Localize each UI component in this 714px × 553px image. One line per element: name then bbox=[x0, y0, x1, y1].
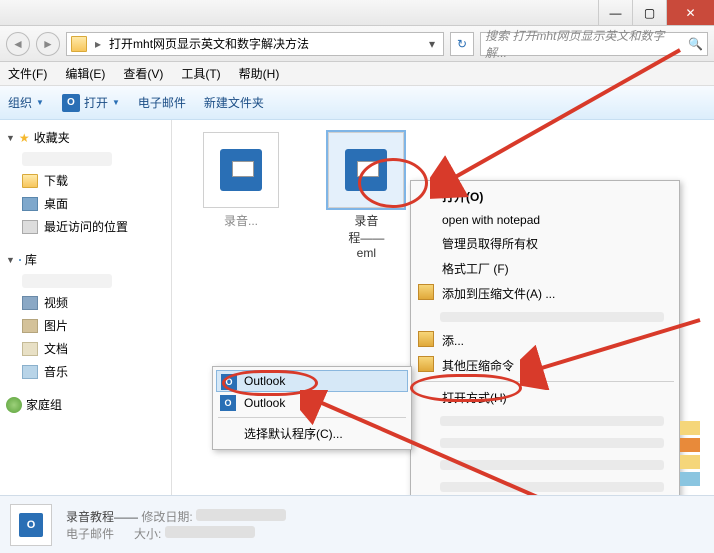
outlook-file-icon: O bbox=[345, 149, 387, 191]
nav-bar: ◄ ► ▸ 打开mht网页显示英文和数字解决方法 ▾ ↻ 搜索 打开mht网页显… bbox=[0, 26, 714, 62]
menu-bar: 文件(F) 编辑(E) 查看(V) 工具(T) 帮助(H) bbox=[0, 62, 714, 86]
video-icon bbox=[22, 296, 38, 310]
minimize-button[interactable]: — bbox=[598, 0, 632, 25]
sidebar-item-recent[interactable]: 最近访问的位置 bbox=[0, 215, 171, 238]
separator bbox=[218, 417, 406, 418]
organize-button[interactable]: 组织▼ bbox=[8, 94, 44, 111]
sidebar-item-music[interactable]: 音乐 bbox=[0, 360, 171, 383]
ctx-otherzip[interactable]: 其他压缩命令 bbox=[414, 353, 676, 378]
submenu-default[interactable]: 选择默认程序(C)... bbox=[216, 421, 408, 446]
folder-icon bbox=[71, 36, 87, 52]
sidebar-item-blur2[interactable] bbox=[0, 271, 171, 291]
outlook-icon: O bbox=[221, 374, 237, 390]
sidebar-homegroup[interactable]: 家庭组 bbox=[0, 393, 171, 416]
refresh-button[interactable]: ↻ bbox=[450, 32, 474, 56]
status-bar: O 录音教程—— 修改日期: 电子邮件 大小: bbox=[0, 495, 714, 553]
outlook-icon: O bbox=[220, 395, 236, 411]
star-icon: ★ bbox=[19, 131, 30, 145]
zip-icon bbox=[418, 356, 434, 372]
ctx-add[interactable]: 添... bbox=[414, 328, 676, 353]
ctx-blur4[interactable] bbox=[414, 454, 676, 476]
new-folder-button[interactable]: 新建文件夹 bbox=[204, 94, 264, 111]
submenu-outlook2[interactable]: OOutlook bbox=[216, 392, 408, 414]
sidebar-favorites[interactable]: ▼★收藏夹 bbox=[0, 126, 171, 149]
desktop-icon bbox=[22, 197, 38, 211]
submenu-outlook1[interactable]: OOutlook bbox=[216, 370, 408, 392]
address-path: 打开mht网页显示英文和数字解决方法 bbox=[109, 35, 419, 52]
folder-icon bbox=[22, 174, 38, 188]
image-icon bbox=[22, 319, 38, 333]
ctx-blur2[interactable] bbox=[414, 410, 676, 432]
document-icon bbox=[22, 342, 38, 356]
open-button[interactable]: O 打开▼ bbox=[62, 94, 120, 112]
search-input[interactable]: 搜索 打开mht网页显示英文和数字解... 🔍 bbox=[480, 32, 708, 56]
sidebar-item-video[interactable]: 视频 bbox=[0, 291, 171, 314]
close-button[interactable]: ✕ bbox=[666, 0, 714, 25]
window-titlebar: — ▢ ✕ bbox=[0, 0, 714, 26]
library-icon bbox=[19, 259, 21, 261]
menu-edit[interactable]: 编辑(E) bbox=[65, 65, 105, 82]
music-icon bbox=[22, 365, 38, 379]
ctx-blur3[interactable] bbox=[414, 432, 676, 454]
outlook-file-icon: O bbox=[220, 149, 262, 191]
status-date bbox=[196, 509, 286, 521]
separator bbox=[416, 381, 674, 382]
status-type: 电子邮件 bbox=[66, 527, 114, 541]
search-placeholder: 搜索 打开mht网页显示英文和数字解... bbox=[485, 27, 684, 61]
chevron-icon: ▸ bbox=[93, 37, 103, 51]
recent-icon bbox=[22, 220, 38, 234]
search-icon: 🔍 bbox=[688, 37, 703, 51]
homegroup-icon bbox=[6, 397, 22, 413]
maximize-button[interactable]: ▢ bbox=[632, 0, 666, 25]
email-button[interactable]: 电子邮件 bbox=[138, 94, 186, 111]
ctx-openwith[interactable]: 打开方式(H) bbox=[414, 385, 676, 410]
menu-help[interactable]: 帮助(H) bbox=[239, 65, 280, 82]
sidebar-item-documents[interactable]: 文档 bbox=[0, 337, 171, 360]
back-button[interactable]: ◄ bbox=[6, 32, 30, 56]
status-size bbox=[165, 526, 255, 538]
file-item-2[interactable]: O 录音程——eml bbox=[311, 132, 421, 260]
openwith-submenu: OOutlook OOutlook 选择默认程序(C)... bbox=[212, 366, 412, 450]
ctx-blur1[interactable] bbox=[414, 306, 676, 328]
ctx-open[interactable]: 打开(O) bbox=[414, 184, 676, 209]
zip-icon bbox=[418, 284, 434, 300]
outlook-icon: O bbox=[62, 94, 80, 112]
sidebar-item-blur[interactable] bbox=[0, 149, 171, 169]
context-menu: 打开(O) open with notepad 管理员取得所有权 格式工厂 (F… bbox=[410, 180, 680, 524]
address-bar[interactable]: ▸ 打开mht网页显示英文和数字解决方法 ▾ bbox=[66, 32, 444, 56]
forward-button[interactable]: ► bbox=[36, 32, 60, 56]
toolbar: 组织▼ O 打开▼ 电子邮件 新建文件夹 bbox=[0, 86, 714, 120]
ctx-addzip[interactable]: 添加到压缩文件(A) ... bbox=[414, 281, 676, 306]
sidebar-item-desktop[interactable]: 桌面 bbox=[0, 192, 171, 215]
status-title: 录音教程—— bbox=[66, 510, 138, 524]
menu-tools[interactable]: 工具(T) bbox=[181, 65, 220, 82]
zip-icon bbox=[418, 331, 434, 347]
sidebar-item-downloads[interactable]: 下载 bbox=[0, 169, 171, 192]
dropdown-icon[interactable]: ▾ bbox=[425, 37, 439, 51]
sidebar: ▼★收藏夹 下载 桌面 最近访问的位置 ▼库 视频 图片 文档 音乐 家庭组 bbox=[0, 120, 172, 524]
status-thumbnail: O bbox=[10, 504, 52, 546]
sidebar-library[interactable]: ▼库 bbox=[0, 248, 171, 271]
color-artifact bbox=[680, 421, 700, 489]
ctx-admin[interactable]: 管理员取得所有权 bbox=[414, 231, 676, 256]
menu-file[interactable]: 文件(F) bbox=[8, 65, 47, 82]
ctx-format[interactable]: 格式工厂 (F) bbox=[414, 256, 676, 281]
ctx-notepad[interactable]: open with notepad bbox=[414, 209, 676, 231]
sidebar-item-pictures[interactable]: 图片 bbox=[0, 314, 171, 337]
menu-view[interactable]: 查看(V) bbox=[123, 65, 163, 82]
file-item-1[interactable]: O 录音... bbox=[186, 132, 296, 229]
